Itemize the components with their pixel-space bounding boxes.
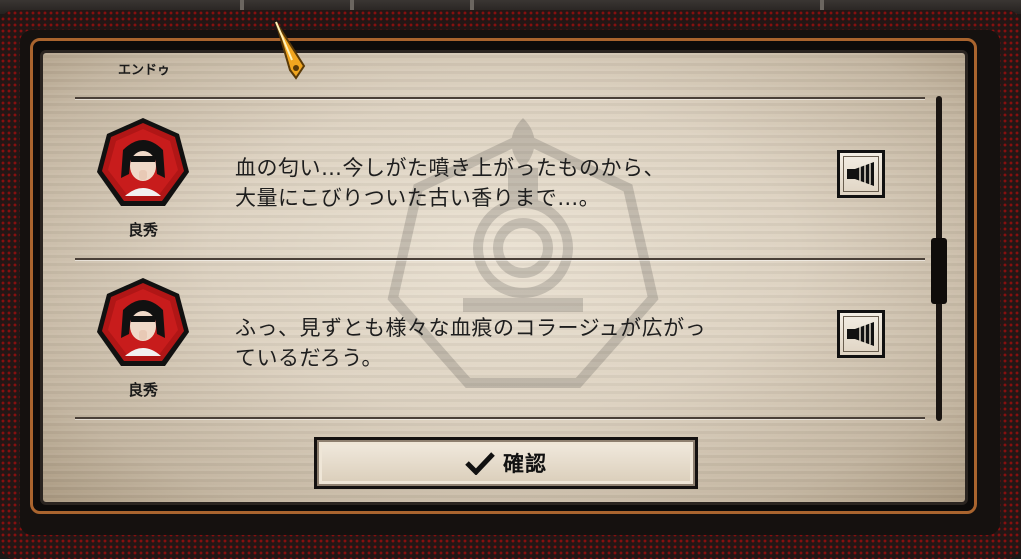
previous-speaker-name: エンドゥ xyxy=(118,63,171,78)
speaker-icon xyxy=(847,162,874,186)
scrollbar-thumb[interactable] xyxy=(931,238,947,305)
voice-play-button[interactable] xyxy=(837,150,885,198)
dialog-text-line: 血の匂い…今しがた噴き上がったものから、 xyxy=(235,156,665,180)
avatar-ryoshu xyxy=(95,116,191,212)
dialog-entry: 良秀 血の匂い…今しがた噴き上がったものから、 大量にこびりついた古い香りまで…… xyxy=(43,116,963,271)
speaker-icon xyxy=(847,322,874,346)
speaker-name: 良秀 xyxy=(127,221,158,239)
speaker-name: 良秀 xyxy=(127,381,158,399)
pen-nib-icon xyxy=(275,21,306,80)
voice-play-button[interactable] xyxy=(837,310,885,358)
dialog-text-line: 大量にこびりついた古い香りまで…。 xyxy=(235,186,601,210)
divider xyxy=(75,258,925,260)
dialog-text: ふっ、見ずとも様々な血痕のコラージュが広がっ ているだろう。 xyxy=(235,313,835,373)
divider xyxy=(75,97,925,99)
checkmark-icon xyxy=(465,452,495,475)
divider xyxy=(75,417,925,419)
confirm-button[interactable]: 確認 xyxy=(314,437,698,489)
dialog-text-line: ているだろう。 xyxy=(235,346,383,370)
avatar-ryoshu xyxy=(95,276,191,372)
dialog-log-panel: エンドゥ 良秀 血の匂い…今しがた噴き上がったものから、 大量にこびりついた古い… xyxy=(40,50,968,505)
dialog-text-line: ふっ、見ずとも様々な血痕のコラージュが広がっ xyxy=(235,316,707,340)
dialog-text: 血の匂い…今しがた噴き上がったものから、 大量にこびりついた古い香りまで…。 xyxy=(235,153,835,213)
dialog-entry: 良秀 ふっ、見ずとも様々な血痕のコラージュが広がっ ているだろう。 xyxy=(43,276,963,431)
confirm-label: 確認 xyxy=(503,452,547,476)
